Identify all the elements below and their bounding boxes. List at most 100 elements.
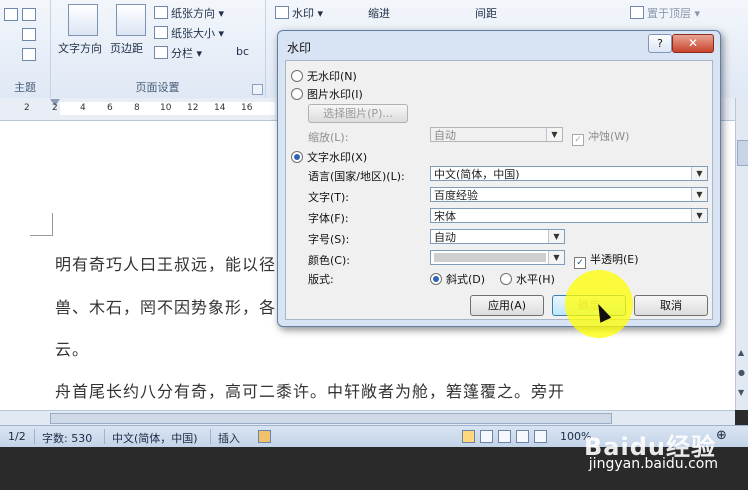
- size-select[interactable]: 自动 ▼: [430, 229, 565, 244]
- margins-button[interactable]: 页边距: [110, 40, 143, 56]
- vertical-scroll-thumb[interactable]: [737, 140, 748, 166]
- status-language[interactable]: 中文(简体，中国): [112, 430, 198, 446]
- ruler-tick: 4: [80, 103, 86, 113]
- paper-size-icon: [154, 26, 168, 39]
- watermark-icon: [275, 6, 289, 19]
- scale-label: 缩放(L):: [308, 131, 349, 144]
- ribbon-group-page-setup: 文字方向 页边距 纸张方向 ▾ 纸张大小 ▾ 分栏 ▾ bc 页面设置: [50, 0, 266, 98]
- theme-colors-icon[interactable]: [4, 8, 18, 21]
- scroll-down-arrow-icon[interactable]: ▼: [738, 388, 744, 397]
- view-outline-icon[interactable]: [516, 430, 529, 443]
- scale-select[interactable]: 自动 ▼: [430, 127, 563, 142]
- group-label-theme: 主题: [14, 81, 36, 94]
- hyphenation-button[interactable]: bc: [236, 45, 249, 58]
- language-select[interactable]: 中文(简体，中国) ▼: [430, 166, 708, 181]
- radio-icon: [291, 88, 303, 100]
- size-value: 自动: [434, 231, 456, 244]
- color-select[interactable]: ▼: [430, 250, 565, 265]
- layout-label: 版式:: [308, 273, 334, 286]
- view-draft-icon[interactable]: [534, 430, 547, 443]
- text-direction-button[interactable]: 文字方向: [58, 40, 102, 56]
- theme-icon[interactable]: [22, 48, 36, 61]
- help-button[interactable]: ?: [648, 34, 672, 53]
- orientation-icon: [154, 6, 168, 19]
- status-separator: [34, 429, 35, 444]
- select-picture-button[interactable]: 选择图片(P)...: [308, 104, 408, 123]
- checkbox-icon: ✓: [574, 257, 586, 269]
- ruler-tick: 8: [134, 103, 140, 113]
- cancel-button[interactable]: 取消: [634, 295, 708, 316]
- group-label-page-setup: 页面设置: [135, 81, 180, 94]
- horizontal-scroll-thumb[interactable]: [50, 413, 612, 424]
- orientation-button[interactable]: 纸张方向 ▾: [154, 5, 224, 21]
- document-line: 舟首尾长约八分有奇，高可二黍许。中轩敞者为舱，箬篷覆之。旁开: [55, 382, 566, 401]
- paper-size-button[interactable]: 纸张大小 ▾: [154, 25, 224, 41]
- margin-corner-mark: [30, 213, 53, 236]
- bring-front-icon: [630, 6, 644, 19]
- apply-button[interactable]: 应用(A): [470, 295, 544, 316]
- status-separator: [104, 429, 105, 444]
- status-separator: [210, 429, 211, 444]
- checkbox-icon: ✓: [572, 134, 584, 146]
- scroll-up-arrow-icon[interactable]: ▲: [738, 348, 744, 357]
- vertical-scrollbar[interactable]: ▲ ● ▼: [735, 98, 748, 410]
- semitransparent-checkbox[interactable]: ✓ 半透明(E): [574, 251, 639, 269]
- radio-icon: [500, 273, 512, 285]
- view-full-screen-icon[interactable]: [480, 430, 493, 443]
- columns-button[interactable]: 分栏 ▾: [154, 45, 202, 61]
- radio-icon: [291, 151, 303, 163]
- baidu-watermark-url: jingyan.baidu.com: [588, 456, 718, 472]
- chevron-down-icon: ▼: [691, 188, 707, 201]
- indent-label: 缩进: [368, 7, 390, 20]
- horizontal-radio[interactable]: 水平(H): [500, 271, 555, 287]
- ruler-tick: 6: [107, 103, 113, 113]
- status-word-count[interactable]: 字数: 530: [42, 430, 92, 446]
- font-label: 字体(F):: [308, 212, 349, 225]
- ruler-tick: 14: [214, 103, 226, 113]
- bring-to-front-button[interactable]: 置于顶层 ▾: [630, 5, 700, 21]
- color-swatch: [434, 253, 546, 262]
- chevron-down-icon: ▼: [691, 209, 707, 222]
- spacing-label: 间距: [475, 7, 497, 20]
- text-watermark-radio[interactable]: 文字水印(X): [291, 149, 367, 165]
- text-value: 百度经验: [434, 189, 478, 202]
- margins-icon[interactable]: [116, 4, 146, 36]
- view-print-layout-icon[interactable]: [462, 430, 475, 443]
- language-value: 中文(简体，中国): [434, 168, 520, 181]
- zoom-in-icon[interactable]: ⊕: [716, 428, 727, 443]
- macro-record-icon[interactable]: [258, 430, 271, 443]
- size-label: 字号(S):: [308, 233, 350, 246]
- ruler-tick: 16: [241, 103, 253, 113]
- text-direction-icon[interactable]: [68, 4, 98, 36]
- picture-watermark-radio[interactable]: 图片水印(I): [291, 86, 363, 102]
- washout-checkbox[interactable]: ✓ 冲蚀(W): [572, 128, 629, 146]
- radio-icon: [430, 273, 442, 285]
- radio-icon: [291, 70, 303, 82]
- close-button[interactable]: ✕: [672, 34, 714, 53]
- ruler-tick: 2: [52, 103, 58, 113]
- dialog-title: 水印: [287, 41, 312, 55]
- horizontal-scrollbar[interactable]: [0, 410, 735, 425]
- dialog-body: 无水印(N) 图片水印(I) 选择图片(P)... 缩放(L): 自动 ▼ ✓ 冲…: [285, 60, 713, 320]
- text-label: 文字(T):: [308, 191, 350, 204]
- chevron-down-icon: ▼: [546, 128, 562, 141]
- font-select[interactable]: 宋体 ▼: [430, 208, 708, 223]
- page-setup-launcher-icon[interactable]: [252, 84, 263, 95]
- diagonal-radio[interactable]: 斜式(D): [430, 271, 485, 287]
- browse-object-icon[interactable]: ●: [738, 368, 745, 377]
- watermark-button[interactable]: 水印 ▾: [275, 5, 323, 21]
- no-watermark-radio[interactable]: 无水印(N): [291, 68, 357, 84]
- status-insert-mode[interactable]: 插入: [218, 430, 240, 446]
- ruler-tick: 12: [187, 103, 199, 113]
- view-web-layout-icon[interactable]: [498, 430, 511, 443]
- ribbon-group-theme: 主题: [0, 0, 51, 98]
- theme-effects-icon[interactable]: [22, 28, 36, 41]
- ruler-tick: 10: [160, 103, 172, 113]
- document-line: 兽、木石，罔不因势象形，各: [55, 298, 277, 317]
- status-page[interactable]: 1/2: [8, 430, 26, 443]
- chevron-down-icon: ▼: [691, 167, 707, 180]
- text-combo[interactable]: 百度经验 ▼: [430, 187, 708, 202]
- chevron-down-icon: ▼: [548, 230, 564, 243]
- theme-fonts-icon[interactable]: [22, 8, 36, 21]
- watermark-dialog: 水印 ? ✕ 无水印(N) 图片水印(I) 选择图片(P)... 缩放(L): …: [277, 30, 721, 327]
